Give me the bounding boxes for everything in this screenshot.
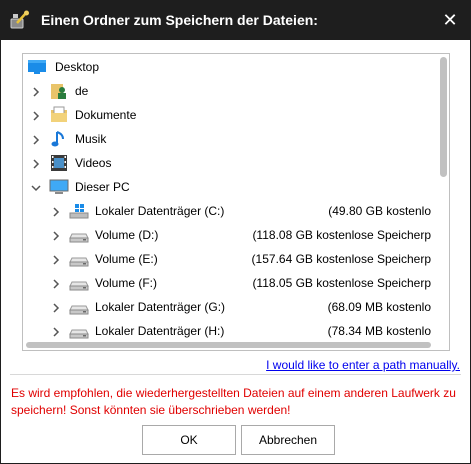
tree-item[interactable]: Lokaler Datenträger (C:) (49.80 GB kosten…: [23, 200, 443, 222]
tree-item-label: Dieser PC: [75, 180, 130, 194]
tree-item-label: Volume (D:): [95, 228, 159, 242]
documents-icon: [49, 106, 69, 124]
tree-item[interactable]: Volume (D:) (118.08 GB kostenlose Speiche…: [23, 224, 443, 246]
drive-icon: [69, 322, 89, 340]
tree-item-label: Lokaler Datenträger (G:): [95, 300, 226, 314]
drive-icon: [69, 226, 89, 244]
title-bar: Einen Ordner zum Speichern der Dateien: …: [1, 1, 470, 40]
chevron-right-icon[interactable]: [49, 228, 63, 242]
free-space-label: (157.64 GB kostenlose Speicherp: [251, 252, 431, 266]
horizontal-scroll-thumb[interactable]: [26, 342, 431, 348]
tree-item[interactable]: Volume (F:) (118.05 GB kostenlose Speiche…: [23, 272, 443, 294]
computer-icon: [49, 178, 69, 196]
user-folder-icon: [49, 82, 69, 100]
folder-tree[interactable]: Lokaler Datenträger (H:) (78.34 MB kosten…: [22, 53, 450, 351]
music-note-icon: [49, 130, 69, 148]
free-space-label: (68.09 MB kostenlo: [327, 300, 431, 314]
tree-item-label: Lokaler Datenträger (C:): [95, 204, 225, 218]
tree-item-label: de: [75, 84, 89, 98]
tree-item-label: Lokaler Datenträger (H:): [95, 324, 225, 338]
manual-path-link[interactable]: I would like to enter a path manually.: [266, 358, 460, 372]
chevron-right-icon[interactable]: [49, 300, 63, 314]
tree-item[interactable]: Lokaler Datenträger (G:) (68.09 MB kosten…: [23, 296, 443, 318]
tool-icon: [10, 10, 29, 29]
tree-item[interactable]: Lokaler Datenträger (H:) (78.34 MB kosten…: [23, 320, 443, 342]
close-icon[interactable]: ✕: [438, 8, 462, 32]
tree-item[interactable]: Videos: [23, 152, 443, 174]
tree-item[interactable]: de: [23, 80, 443, 102]
drive-icon: [69, 298, 89, 316]
tree-item-label: Dokumente: [75, 108, 137, 122]
chevron-right-icon[interactable]: [29, 84, 43, 98]
tree-item[interactable]: Desktop: [23, 56, 443, 78]
tree-item[interactable]: Musik: [23, 128, 443, 150]
tree-item-label: Desktop: [55, 60, 100, 74]
chevron-right-icon[interactable]: [29, 156, 43, 170]
chevron-right-icon[interactable]: [49, 204, 63, 218]
cancel-button[interactable]: Abbrechen: [241, 425, 335, 455]
free-space-label: (118.05 GB kostenlose Speicherp: [252, 276, 431, 290]
free-space-label: (118.08 GB kostenlose Speicherp: [252, 228, 431, 242]
ok-button[interactable]: OK: [142, 425, 236, 455]
windows-drive-icon: [69, 202, 89, 220]
chevron-right-icon[interactable]: [49, 252, 63, 266]
vertical-scrollbar[interactable]: [440, 55, 448, 341]
divider: [10, 374, 461, 375]
free-space-label: (78.34 MB kostenlo: [327, 324, 431, 338]
save-folder-dialog: Einen Ordner zum Speichern der Dateien: …: [0, 0, 471, 464]
tree-item-label: Videos: [75, 156, 112, 170]
tree-item[interactable]: Dieser PC: [23, 176, 443, 198]
film-strip-icon: [49, 154, 69, 172]
tree-item-label: Musik: [75, 132, 107, 146]
desktop-icon: [27, 58, 47, 76]
tree-item-label: Volume (E:): [95, 252, 158, 266]
chevron-right-icon[interactable]: [49, 276, 63, 290]
chevron-right-icon[interactable]: [29, 132, 43, 146]
chevron-right-icon[interactable]: [29, 108, 43, 122]
tree-item-label: Volume (F:): [95, 276, 158, 290]
dialog-title: Einen Ordner zum Speichern der Dateien:: [41, 12, 318, 28]
tree-item[interactable]: Dokumente: [23, 104, 443, 126]
drive-icon: [69, 274, 89, 292]
chevron-right-icon[interactable]: [49, 324, 63, 338]
warning-message: Es wird empfohlen, die wiederhergestellt…: [11, 386, 456, 417]
chevron-down-icon[interactable]: [29, 180, 43, 194]
free-space-label: (49.80 GB kostenlo: [328, 204, 431, 218]
horizontal-scrollbar[interactable]: [24, 341, 440, 349]
vertical-scroll-thumb[interactable]: [440, 57, 447, 177]
tree-item[interactable]: Volume (E:) (157.64 GB kostenlose Speiche…: [23, 248, 443, 270]
drive-icon: [69, 250, 89, 268]
